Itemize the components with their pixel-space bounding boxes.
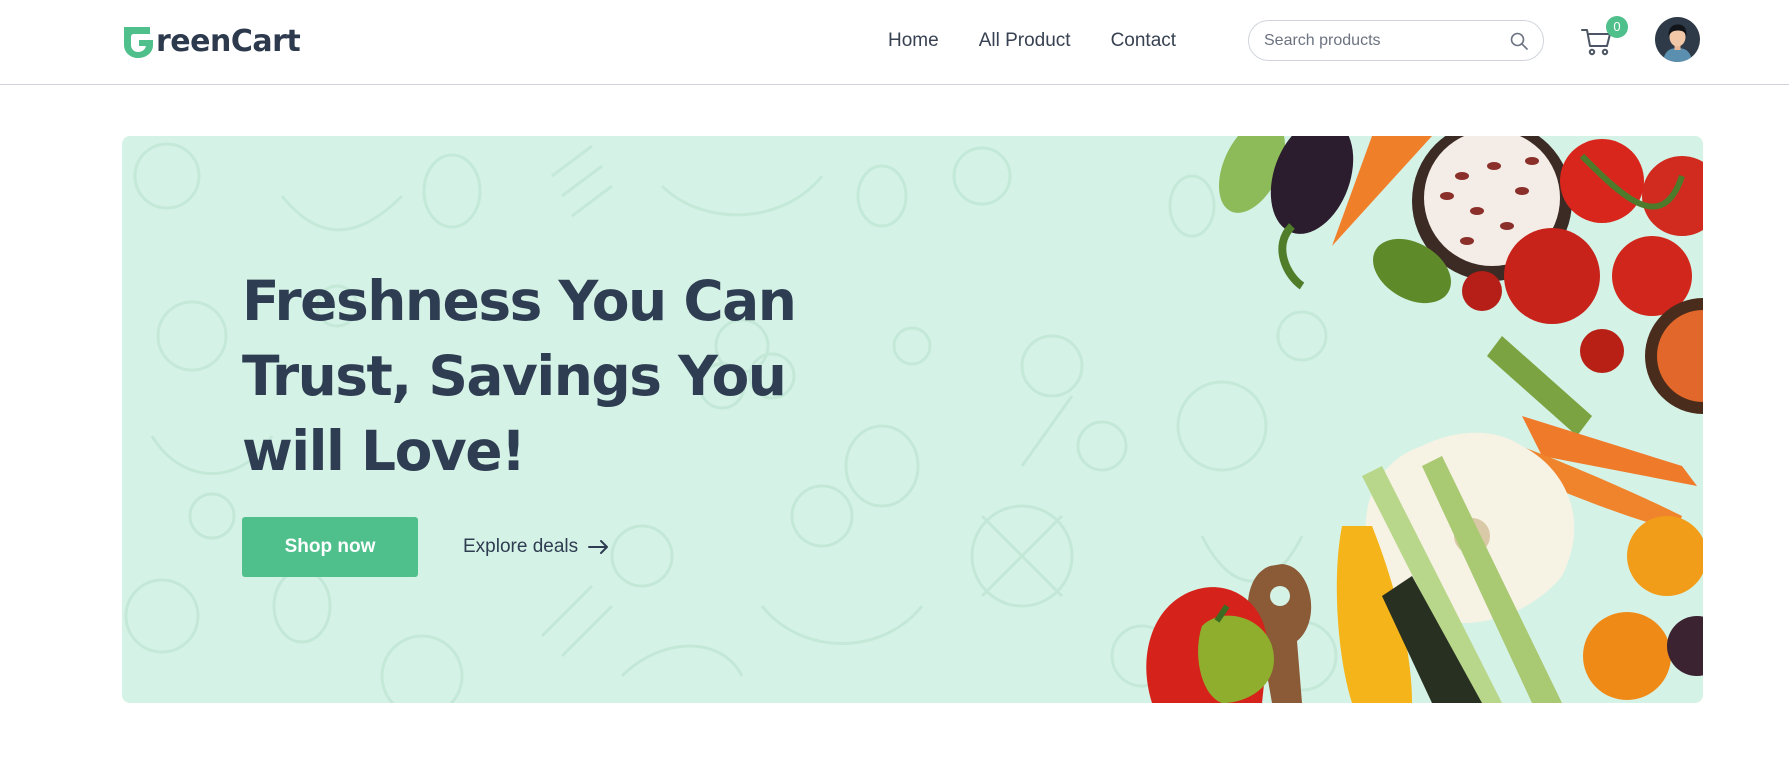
search-input[interactable] (1264, 21, 1509, 60)
navbar: reenCart Home All Product Contact 0 (0, 0, 1789, 85)
logo-text: reenCart (156, 24, 301, 59)
nav-link-all-product[interactable]: All Product (979, 30, 1071, 52)
search-icon[interactable] (1509, 31, 1529, 51)
logo-g-icon (124, 27, 153, 58)
explore-deals-label: Explore deals (463, 536, 579, 557)
explore-deals-link[interactable]: Explore deals (463, 531, 610, 563)
shop-now-button[interactable]: Shop now (242, 517, 418, 577)
hero-banner: Freshness You Can Trust, Savings You wil… (122, 136, 1703, 703)
nav-link-home[interactable]: Home (888, 30, 939, 52)
greencart-logo[interactable]: reenCart (122, 22, 301, 62)
arrow-right-icon (588, 540, 609, 554)
cart-count-badge: 0 (1606, 16, 1628, 38)
nav-links: Home All Product Contact (888, 0, 1216, 82)
nav-link-contact[interactable]: Contact (1111, 30, 1176, 52)
search-bar (1248, 20, 1544, 61)
hero-title: Freshness You Can Trust, Savings You wil… (242, 269, 797, 483)
user-avatar[interactable] (1655, 17, 1700, 62)
avatar-image (1655, 17, 1700, 62)
